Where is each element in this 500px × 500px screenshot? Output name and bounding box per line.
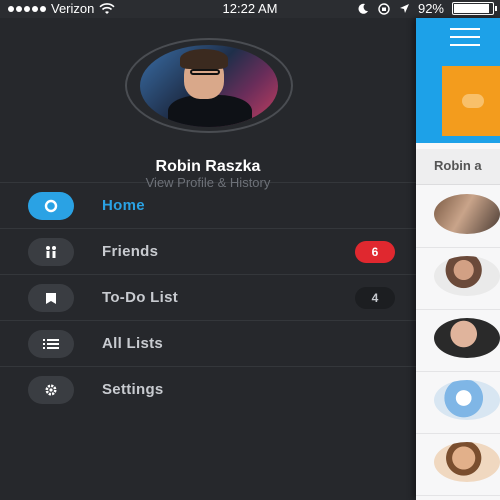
navigation-drawer: Robin Raszka View Profile & History Home [0, 18, 416, 500]
menu-item-label: Friends [102, 243, 159, 260]
main-content-peek[interactable]: Robin a [416, 18, 500, 500]
status-left: Verizon [8, 1, 115, 16]
drawer-menu: Home Friends 6 To-Do List 4 All Lists Se… [0, 183, 416, 413]
menu-item-friends[interactable]: Friends 6 [0, 229, 416, 275]
todo-count-badge: 4 [355, 287, 395, 309]
menu-item-label: Settings [102, 381, 164, 398]
menu-item-label: To-Do List [102, 289, 179, 306]
lock-rotation-icon [378, 2, 390, 15]
menu-item-all-lists[interactable]: All Lists [0, 321, 416, 367]
avatar [434, 194, 500, 234]
profile-section[interactable]: Robin Raszka View Profile & History [0, 18, 416, 190]
location-arrow-icon [399, 4, 409, 13]
feed-item[interactable] [416, 310, 500, 372]
bookmark-icon [28, 284, 74, 312]
carrier-label: Verizon [51, 1, 95, 16]
content-header-text: Robin a [434, 158, 482, 173]
feature-card[interactable] [442, 66, 500, 136]
battery-icon [452, 2, 497, 15]
menu-item-label: All Lists [102, 335, 164, 352]
feed-item[interactable] [416, 186, 500, 248]
feed-item[interactable] [416, 434, 500, 496]
content-header: Robin a [416, 149, 500, 185]
battery-fill [454, 4, 489, 13]
content-topbar [416, 18, 500, 143]
location-pin-icon [28, 192, 74, 220]
avatar [434, 256, 500, 296]
hamburger-icon[interactable] [450, 28, 480, 46]
profile-name: Robin Raszka [155, 158, 261, 175]
feed-item[interactable] [416, 248, 500, 310]
wifi-icon [99, 2, 115, 14]
menu-item-todo-list[interactable]: To-Do List 4 [0, 275, 416, 321]
status-right: 92% [357, 1, 497, 16]
battery-percent: 92% [417, 1, 444, 16]
avatar [434, 380, 500, 420]
menu-item-settings[interactable]: Settings [0, 367, 416, 413]
feed-item[interactable] [416, 372, 500, 434]
status-bar: Verizon 12:22 AM 92% [0, 0, 500, 18]
signal-dots-icon [8, 5, 46, 12]
list-icon [28, 330, 74, 358]
friends-icon [28, 238, 74, 266]
avatar[interactable] [140, 45, 278, 127]
avatar [434, 318, 500, 358]
friends-count-badge: 6 [355, 241, 395, 263]
menu-item-label: Home [102, 197, 145, 214]
gear-icon [28, 376, 74, 404]
avatar [434, 442, 500, 482]
menu-item-home[interactable]: Home [0, 183, 416, 229]
moon-icon [358, 3, 368, 14]
